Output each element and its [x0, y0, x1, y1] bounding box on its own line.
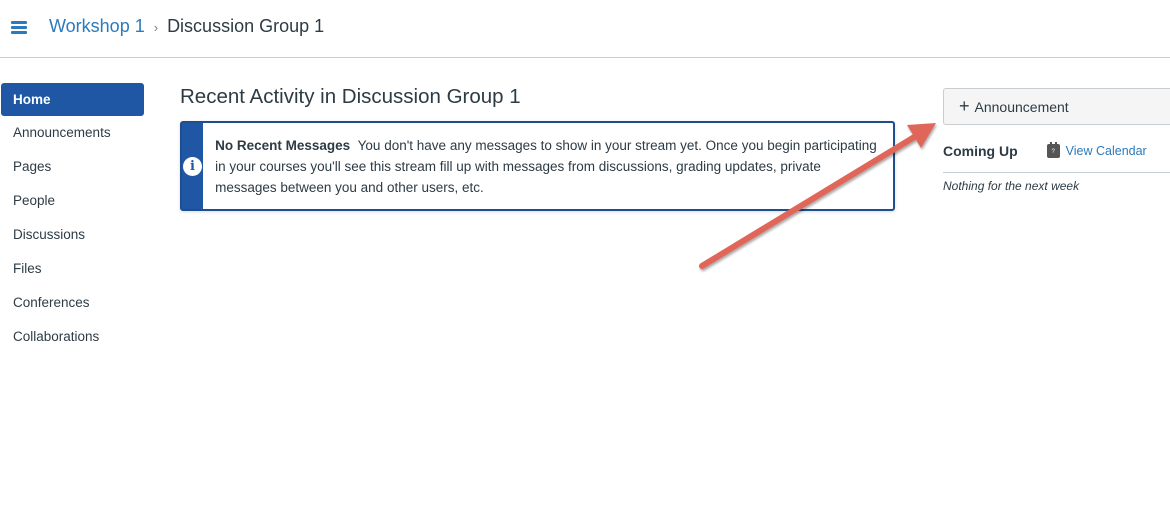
annotation-arrow: [699, 123, 936, 269]
sidebar-item-collaborations[interactable]: Collaborations: [1, 320, 144, 354]
announcement-button-label: Announcement: [974, 98, 1069, 115]
info-icon: i: [183, 156, 203, 176]
calendar-icon: ?: [1046, 142, 1060, 158]
plus-icon: +: [959, 95, 970, 116]
arrow-head: [907, 123, 936, 148]
add-announcement-button[interactable]: + Announcement: [943, 88, 1170, 125]
sidebar-item-discussions[interactable]: Discussions: [1, 218, 144, 252]
coming-up-empty: Nothing for the next week: [943, 179, 1080, 193]
view-calendar-link[interactable]: View Calendar: [1066, 144, 1147, 158]
sidebar-item-announcements[interactable]: Announcements: [1, 116, 144, 150]
chevron-right-icon: ›: [153, 20, 159, 35]
page-title: Recent Activity in Discussion Group 1: [180, 85, 521, 108]
alert-icon-column: i: [182, 123, 204, 209]
sidebar-item-conferences[interactable]: Conferences: [1, 286, 144, 320]
coming-up-header: Coming Up ? View Calendar: [943, 142, 1170, 173]
hamburger-icon[interactable]: [11, 21, 27, 34]
sidebar-item-people[interactable]: People: [1, 184, 144, 218]
sidebar-item-pages[interactable]: Pages: [1, 150, 144, 184]
sidebar-item-files[interactable]: Files: [1, 252, 144, 286]
alert-body: No Recent Messages You don't have any me…: [203, 123, 893, 209]
sidebar-item-home[interactable]: Home: [1, 83, 144, 116]
coming-up-title: Coming Up: [943, 143, 1018, 159]
alert-heading: No Recent Messages: [215, 138, 351, 153]
breadcrumb-course-link[interactable]: Workshop 1: [49, 16, 145, 37]
breadcrumb-current: Discussion Group 1: [167, 16, 325, 36]
course-nav: Home Announcements Pages People Discussi…: [1, 83, 144, 354]
right-sidebar: + Announcement Coming Up ? View Calendar…: [943, 88, 1170, 193]
no-messages-alert: i No Recent Messages You don't have any …: [180, 121, 895, 211]
top-bar: Workshop 1 › Discussion Group 1: [0, 0, 1170, 58]
breadcrumb: Workshop 1 › Discussion Group 1: [49, 16, 324, 37]
